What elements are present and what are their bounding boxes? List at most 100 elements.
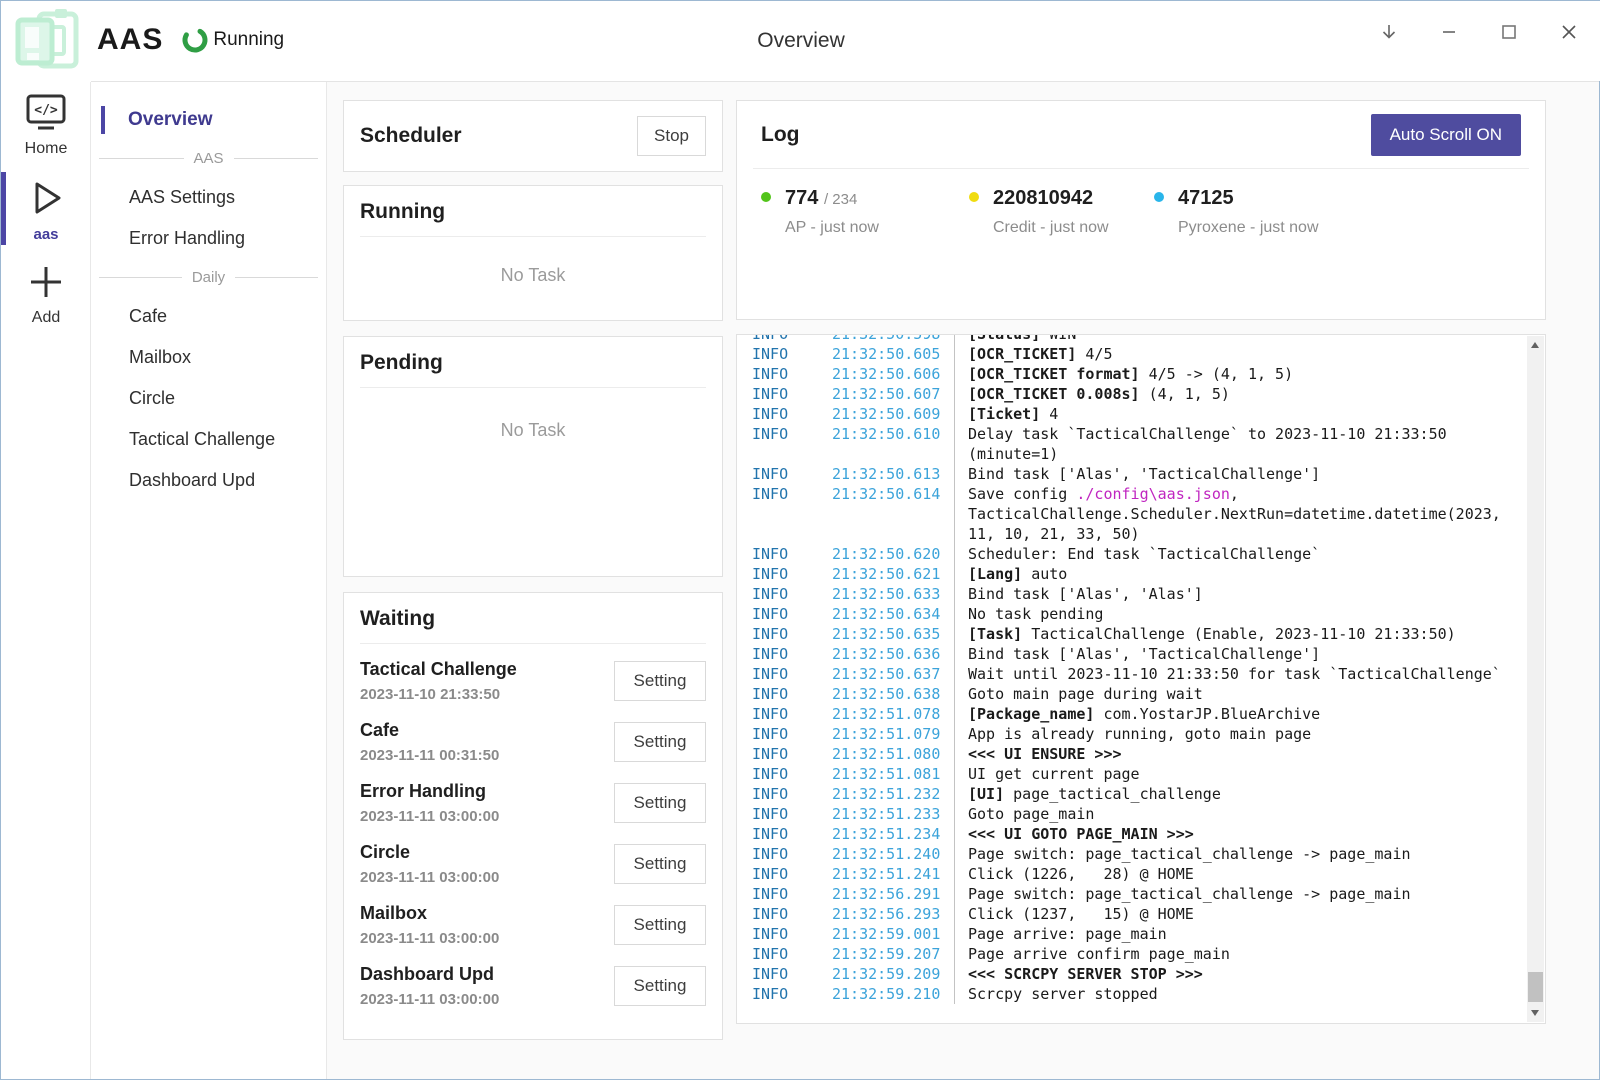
log-line: INFO21:32:56.291Page switch: page_tactic…: [752, 884, 1519, 904]
rail-item-label: Add: [32, 309, 60, 327]
app-window: Overview AAS Running: [0, 0, 1600, 1080]
maximize-button[interactable]: [1487, 11, 1531, 53]
log-timestamp: 21:32:50.620: [832, 544, 944, 564]
plus-icon: [25, 261, 67, 303]
log-timestamp: 21:32:51.079: [832, 724, 944, 744]
scroll-down-icon[interactable]: [1531, 1010, 1539, 1016]
scrollbar-thumb[interactable]: [1528, 972, 1543, 1002]
maximize-icon: [1499, 22, 1519, 42]
log-timestamp: 21:32:50.606: [832, 364, 944, 384]
log-output: INFO21:32:50.598[Status] WININFO21:32:50…: [737, 334, 1545, 1004]
stop-button[interactable]: Stop: [637, 116, 706, 156]
rail-item-aas[interactable]: aas: [1, 166, 91, 251]
log-message: UI get current page: [954, 764, 1519, 784]
log-timestamp: 21:32:51.078: [832, 704, 944, 724]
setting-button[interactable]: Setting: [614, 783, 706, 823]
setting-button[interactable]: Setting: [614, 905, 706, 945]
pending-empty-text: No Task: [344, 420, 722, 441]
log-card: Log Auto Scroll ON 774 / 234AP - just no…: [736, 100, 1546, 320]
waiting-task-row: Tactical Challenge2023-11-10 21:33:50 Set…: [360, 650, 706, 711]
waiting-task-next-run: 2023-11-11 00:31:50: [360, 747, 499, 764]
sidebar-section-divider: Daily: [99, 269, 318, 286]
sidebar-item-dashboard-upd[interactable]: Dashboard Upd: [91, 460, 326, 501]
log-timestamp: 21:32:51.232: [832, 784, 944, 804]
log-level: INFO: [752, 704, 832, 724]
minimize-button[interactable]: [1427, 11, 1471, 53]
waiting-task-info: Tactical Challenge2023-11-10 21:33:50: [360, 659, 517, 703]
log-level: INFO: [752, 784, 832, 804]
nav-rail: </> Home aas Add: [1, 82, 91, 1079]
log-message: [Task] TacticalChallenge (Enable, 2023-1…: [954, 624, 1519, 644]
scheduler-card: Scheduler Stop: [343, 100, 723, 172]
stat-suffix: / 234: [824, 191, 857, 208]
log-timestamp: 21:32:50.613: [832, 464, 944, 484]
log-message: Page switch: page_tactical_challenge -> …: [954, 844, 1519, 864]
log-line: INFO21:32:50.614Save config ./config\aas…: [752, 484, 1519, 544]
stat-dot-icon: [1154, 192, 1164, 202]
sidebar-item-aas-settings[interactable]: AAS Settings: [91, 177, 326, 218]
log-timestamp: 21:32:56.291: [832, 884, 944, 904]
log-level: INFO: [752, 544, 832, 564]
log-line: INFO21:32:59.210Scrcpy server stopped: [752, 984, 1519, 1004]
log-line: INFO21:32:50.621[Lang] auto: [752, 564, 1519, 584]
waiting-task-next-run: 2023-11-11 03:00:00: [360, 991, 499, 1008]
log-level: INFO: [752, 664, 832, 684]
log-message: App is already running, goto main page: [954, 724, 1519, 744]
setting-button[interactable]: Setting: [614, 844, 706, 884]
stat-value: 774 / 234: [785, 187, 969, 210]
log-level: INFO: [752, 584, 832, 604]
log-line: INFO21:32:50.610Delay task `TacticalChal…: [752, 424, 1519, 464]
close-button[interactable]: [1547, 11, 1591, 53]
waiting-title: Waiting: [360, 607, 435, 630]
log-level: INFO: [752, 944, 832, 964]
log-timestamp: 21:32:50.636: [832, 644, 944, 664]
scheduler-title: Scheduler: [360, 124, 462, 148]
auto-scroll-button[interactable]: Auto Scroll ON: [1371, 114, 1521, 156]
log-level: INFO: [752, 424, 832, 464]
log-timestamp: 21:32:51.234: [832, 824, 944, 844]
log-level: INFO: [752, 924, 832, 944]
waiting-task-next-run: 2023-11-10 21:33:50: [360, 686, 517, 703]
log-level: INFO: [752, 384, 832, 404]
log-message: Goto main page during wait: [954, 684, 1519, 704]
log-scrollbar[interactable]: [1527, 336, 1544, 1022]
setting-button[interactable]: Setting: [614, 661, 706, 701]
rail-item-add[interactable]: Add: [1, 251, 91, 335]
log-line: INFO21:32:50.637Wait until 2023-11-10 21…: [752, 664, 1519, 684]
log-line: INFO21:32:50.638Goto main page during wa…: [752, 684, 1519, 704]
sidebar-item-mailbox[interactable]: Mailbox: [91, 337, 326, 378]
log-message: [Ticket] 4: [954, 404, 1519, 424]
arrow-down-icon: [1379, 22, 1399, 42]
task-sidebar: Overview AASAAS SettingsError HandlingDa…: [91, 82, 327, 1079]
sidebar-item-tactical-challenge[interactable]: Tactical Challenge: [91, 419, 326, 460]
setting-button[interactable]: Setting: [614, 966, 706, 1006]
log-output-card: INFO21:32:50.598[Status] WININFO21:32:50…: [736, 334, 1546, 1024]
log-timestamp: 21:32:59.207: [832, 944, 944, 964]
sidebar-item-overview[interactable]: Overview: [91, 104, 326, 136]
waiting-task-next-run: 2023-11-11 03:00:00: [360, 869, 499, 886]
close-icon: [1559, 22, 1579, 42]
log-message: [OCR_TICKET format] 4/5 -> (4, 1, 5): [954, 364, 1519, 384]
sidebar-item-circle[interactable]: Circle: [91, 378, 326, 419]
waiting-task-row: Cafe 2023-11-11 00:31:50 Setting: [360, 711, 706, 772]
log-level: INFO: [752, 334, 832, 344]
sidebar-item-error-handling[interactable]: Error Handling: [91, 218, 326, 259]
setting-button[interactable]: Setting: [614, 722, 706, 762]
log-level: INFO: [752, 724, 832, 744]
log-message: <<< UI ENSURE >>>: [954, 744, 1519, 764]
scroll-up-icon[interactable]: [1531, 342, 1539, 348]
waiting-task-name: Cafe: [360, 720, 499, 741]
selected-indicator: [101, 106, 105, 134]
rail-item-home[interactable]: </> Home: [1, 82, 91, 166]
log-line: INFO21:32:50.598[Status] WIN: [752, 334, 1519, 344]
hide-window-button[interactable]: [1367, 11, 1411, 53]
waiting-card: Waiting Tactical Challenge2023-11-10 21:…: [343, 592, 723, 1040]
log-level: INFO: [752, 404, 832, 424]
log-level: INFO: [752, 464, 832, 484]
log-line: INFO21:32:50.613Bind task ['Alas', 'Tact…: [752, 464, 1519, 484]
sidebar-item-cafe[interactable]: Cafe: [91, 296, 326, 337]
log-message: Scrcpy server stopped: [954, 984, 1519, 1004]
log-line: INFO21:32:59.209<<< SCRCPY SERVER STOP >…: [752, 964, 1519, 984]
titlebar: Overview AAS Running: [1, 1, 1600, 81]
waiting-task-name: Dashboard Upd: [360, 964, 499, 985]
